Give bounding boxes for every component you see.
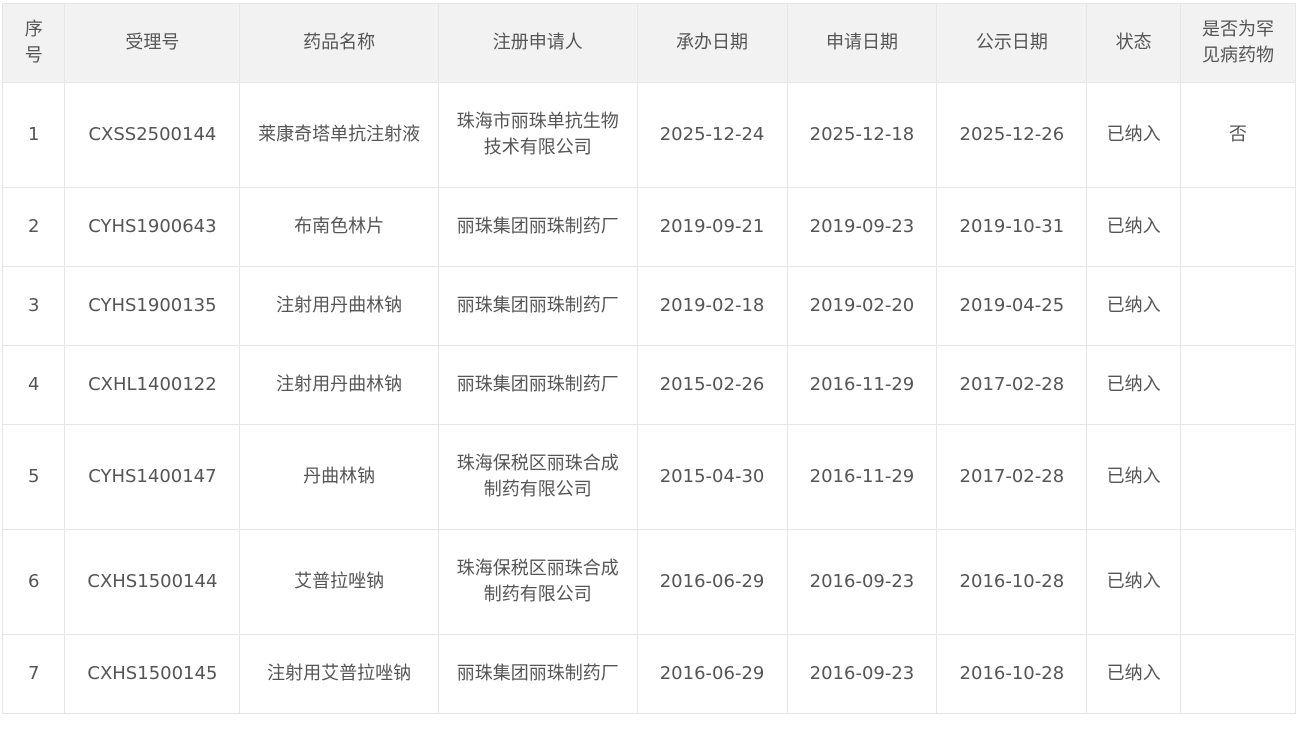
cell-rare-disease [1180, 266, 1296, 346]
header-status: 状态 [1086, 3, 1181, 83]
cell-rare-disease [1180, 345, 1296, 425]
cell-undertake-date: 2015-04-30 [636, 424, 788, 530]
cell-accept-no: CYHS1400147 [64, 424, 241, 530]
cell-drug-name: 莱康奇塔单抗注射液 [239, 82, 439, 188]
cell-accept-no: CXHS1500145 [64, 634, 241, 714]
drug-registration-table: 序号 受理号 药品名称 注册申请人 承办日期 申请日期 公示日期 状态 是否为罕… [1, 3, 1296, 714]
header-index: 序号 [1, 3, 66, 83]
cell-undertake-date: 2016-06-29 [636, 529, 788, 635]
cell-publish-date: 2017-02-28 [936, 424, 1088, 530]
cell-drug-name: 艾普拉唑钠 [239, 529, 439, 635]
cell-status: 已纳入 [1086, 424, 1181, 530]
table-row: 6 CXHS1500144 艾普拉唑钠 珠海保税区丽珠合成制药有限公司 2016… [1, 529, 1296, 635]
cell-rare-disease [1180, 529, 1296, 635]
cell-accept-no: CYHS1900643 [64, 187, 241, 267]
cell-rare-disease [1180, 634, 1296, 714]
cell-publish-date: 2017-02-28 [936, 345, 1088, 425]
cell-accept-no: CXSS2500144 [64, 82, 241, 188]
cell-drug-name: 注射用艾普拉唑钠 [239, 634, 439, 714]
cell-status: 已纳入 [1086, 345, 1181, 425]
table-row: 2 CYHS1900643 布南色林片 丽珠集团丽珠制药厂 2019-09-21… [1, 187, 1296, 267]
cell-apply-date: 2016-11-29 [786, 345, 938, 425]
cell-undertake-date: 2019-02-18 [636, 266, 788, 346]
cell-index: 4 [1, 345, 66, 425]
cell-index: 3 [1, 266, 66, 346]
cell-rare-disease [1180, 187, 1296, 267]
cell-rare-disease: 否 [1180, 82, 1296, 188]
cell-undertake-date: 2025-12-24 [636, 82, 788, 188]
header-drug-name: 药品名称 [239, 3, 439, 83]
table-row: 4 CXHL1400122 注射用丹曲林钠 丽珠集团丽珠制药厂 2015-02-… [1, 345, 1296, 425]
table-row: 7 CXHS1500145 注射用艾普拉唑钠 丽珠集团丽珠制药厂 2016-06… [1, 634, 1296, 714]
cell-status: 已纳入 [1086, 529, 1181, 635]
header-applicant: 注册申请人 [437, 3, 638, 83]
cell-undertake-date: 2015-02-26 [636, 345, 788, 425]
cell-applicant: 丽珠集团丽珠制药厂 [437, 634, 638, 714]
cell-apply-date: 2019-02-20 [786, 266, 938, 346]
cell-publish-date: 2019-10-31 [936, 187, 1088, 267]
cell-drug-name: 注射用丹曲林钠 [239, 345, 439, 425]
cell-status: 已纳入 [1086, 187, 1181, 267]
header-publish-date: 公示日期 [936, 3, 1088, 83]
header-row: 序号 受理号 药品名称 注册申请人 承办日期 申请日期 公示日期 状态 是否为罕… [1, 3, 1296, 83]
cell-applicant: 丽珠集团丽珠制药厂 [437, 266, 638, 346]
cell-index: 5 [1, 424, 66, 530]
cell-accept-no: CXHS1500144 [64, 529, 241, 635]
cell-undertake-date: 2016-06-29 [636, 634, 788, 714]
cell-status: 已纳入 [1086, 634, 1181, 714]
cell-accept-no: CYHS1900135 [64, 266, 241, 346]
cell-rare-disease [1180, 424, 1296, 530]
cell-apply-date: 2019-09-23 [786, 187, 938, 267]
cell-index: 6 [1, 529, 66, 635]
cell-publish-date: 2025-12-26 [936, 82, 1088, 188]
table-body: 1 CXSS2500144 莱康奇塔单抗注射液 珠海市丽珠单抗生物技术有限公司 … [1, 82, 1296, 714]
cell-drug-name: 布南色林片 [239, 187, 439, 267]
cell-applicant: 珠海保税区丽珠合成制药有限公司 [437, 529, 638, 635]
cell-status: 已纳入 [1086, 266, 1181, 346]
cell-publish-date: 2019-04-25 [936, 266, 1088, 346]
cell-index: 2 [1, 187, 66, 267]
cell-status: 已纳入 [1086, 82, 1181, 188]
table-row: 1 CXSS2500144 莱康奇塔单抗注射液 珠海市丽珠单抗生物技术有限公司 … [1, 82, 1296, 188]
cell-apply-date: 2016-11-29 [786, 424, 938, 530]
cell-applicant: 丽珠集团丽珠制药厂 [437, 187, 638, 267]
cell-drug-name: 注射用丹曲林钠 [239, 266, 439, 346]
header-rare-disease: 是否为罕见病药物 [1180, 3, 1296, 83]
header-undertake-date: 承办日期 [636, 3, 788, 83]
cell-applicant: 珠海保税区丽珠合成制药有限公司 [437, 424, 638, 530]
table-header: 序号 受理号 药品名称 注册申请人 承办日期 申请日期 公示日期 状态 是否为罕… [1, 3, 1296, 83]
table-row: 5 CYHS1400147 丹曲林钠 珠海保税区丽珠合成制药有限公司 2015-… [1, 424, 1296, 530]
cell-publish-date: 2016-10-28 [936, 634, 1088, 714]
cell-apply-date: 2016-09-23 [786, 634, 938, 714]
cell-undertake-date: 2019-09-21 [636, 187, 788, 267]
cell-applicant: 珠海市丽珠单抗生物技术有限公司 [437, 82, 638, 188]
cell-applicant: 丽珠集团丽珠制药厂 [437, 345, 638, 425]
cell-drug-name: 丹曲林钠 [239, 424, 439, 530]
cell-index: 7 [1, 634, 66, 714]
cell-publish-date: 2016-10-28 [936, 529, 1088, 635]
table-row: 3 CYHS1900135 注射用丹曲林钠 丽珠集团丽珠制药厂 2019-02-… [1, 266, 1296, 346]
cell-apply-date: 2025-12-18 [786, 82, 938, 188]
cell-apply-date: 2016-09-23 [786, 529, 938, 635]
cell-accept-no: CXHL1400122 [64, 345, 241, 425]
header-accept-no: 受理号 [64, 3, 241, 83]
cell-index: 1 [1, 82, 66, 188]
header-apply-date: 申请日期 [786, 3, 938, 83]
